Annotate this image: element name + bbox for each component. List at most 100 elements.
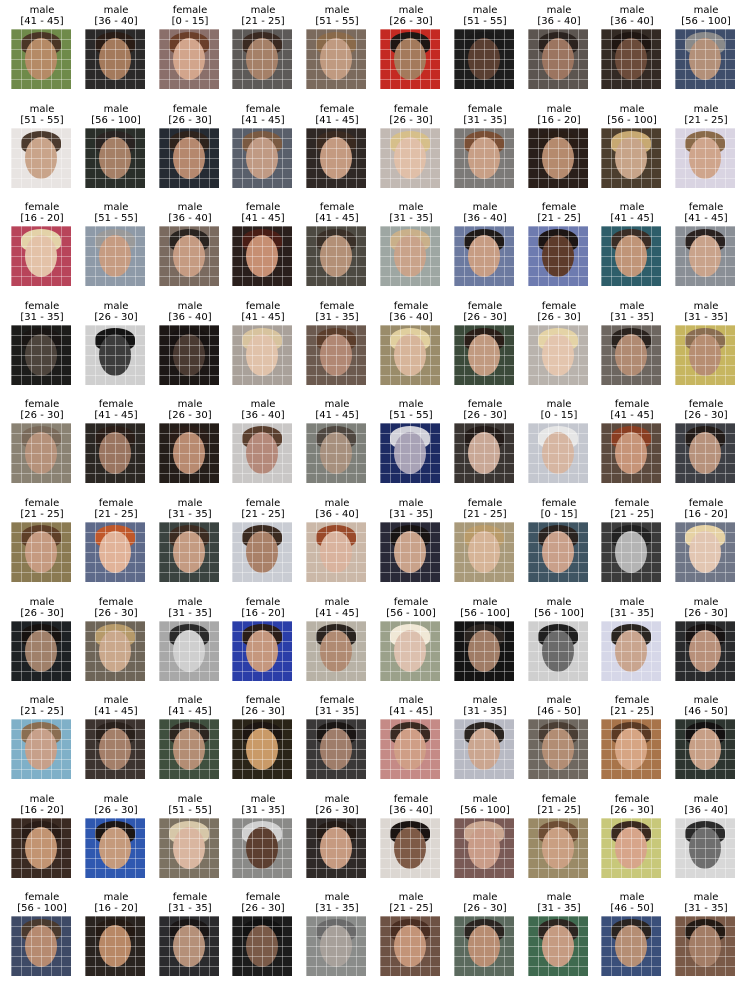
age-range-label: [16 - 20] <box>537 115 581 126</box>
face-thumbnail <box>11 128 71 188</box>
face-tile: male [21 - 25] <box>232 5 294 89</box>
face-tile: male [51 - 55] <box>454 5 516 89</box>
face-thumbnail <box>528 719 588 779</box>
gender-label: male <box>324 794 350 805</box>
face-tile: female [21 - 25] <box>528 202 590 286</box>
age-range-label: [41 - 45] <box>315 213 359 224</box>
age-range-label: [31 - 35] <box>168 608 212 619</box>
gender-label: male <box>398 202 424 213</box>
face-thumbnail <box>306 423 366 483</box>
age-range-label: [26 - 30] <box>537 312 581 323</box>
face-tile: male [36 - 40] <box>601 5 663 89</box>
age-range-label: [31 - 35] <box>684 903 728 914</box>
gender-label: male <box>324 5 350 16</box>
gender-label: male <box>29 597 55 608</box>
age-range-label: [21 - 25] <box>241 509 285 520</box>
age-range-label: [41 - 45] <box>94 410 138 421</box>
face-tile: male [36 - 40] <box>85 5 147 89</box>
gender-label: male <box>619 202 645 213</box>
face-thumbnail <box>454 29 514 89</box>
face-thumbnail <box>380 128 440 188</box>
gender-label: male <box>29 5 55 16</box>
face-thumbnail <box>232 128 292 188</box>
age-range-label: [51 - 55] <box>315 16 359 27</box>
face-thumbnail <box>85 522 145 582</box>
face-thumbnail <box>601 719 661 779</box>
gender-label: female <box>688 498 724 509</box>
face-grid: male [41 - 45] male [36 - 40] female [0 - 15]… <box>0 0 742 995</box>
gender-label: male <box>619 597 645 608</box>
face-thumbnail <box>85 423 145 483</box>
age-range-label: [31 - 35] <box>389 213 433 224</box>
face-tile: female [26 - 30] <box>232 892 294 976</box>
gender-label: male <box>250 5 276 16</box>
age-range-label: [41 - 45] <box>315 115 359 126</box>
age-range-label: [26 - 30] <box>241 903 285 914</box>
face-tile: female [26 - 30] <box>675 399 737 483</box>
face-thumbnail <box>306 522 366 582</box>
face-tile: female [41 - 45] <box>601 399 663 483</box>
face-tile: male [31 - 35] <box>232 794 294 878</box>
gender-label: female <box>24 202 60 213</box>
face-thumbnail <box>232 522 292 582</box>
gender-label: female <box>98 498 134 509</box>
age-range-label: [36 - 40] <box>315 509 359 520</box>
face-thumbnail <box>601 916 661 976</box>
gender-label: male <box>398 695 424 706</box>
age-range-label: [21 - 25] <box>610 509 654 520</box>
age-range-label: [16 - 20] <box>241 608 285 619</box>
age-range-label: [51 - 55] <box>168 805 212 816</box>
gender-label: female <box>467 301 503 312</box>
face-tile: male [36 - 40] <box>306 498 368 582</box>
gender-label: male <box>472 202 498 213</box>
gender-label: female <box>24 498 60 509</box>
age-range-label: [56 - 100] <box>460 608 510 619</box>
face-tile: male [21 - 25] <box>11 695 73 779</box>
face-thumbnail <box>159 522 219 582</box>
gender-label: male <box>619 104 645 115</box>
face-tile: male [26 - 30] <box>85 301 147 385</box>
face-tile: male [36 - 40] <box>454 202 516 286</box>
face-thumbnail <box>528 128 588 188</box>
age-range-label: [26 - 30] <box>20 410 64 421</box>
gender-label: female <box>467 399 503 410</box>
gender-label: male <box>177 202 203 213</box>
face-tile: male [0 - 15] <box>528 399 590 483</box>
face-tile: male [31 - 35] <box>380 498 442 582</box>
face-thumbnail <box>675 226 735 286</box>
gender-label: male <box>472 695 498 706</box>
face-thumbnail <box>675 29 735 89</box>
age-range-label: [51 - 55] <box>20 115 64 126</box>
gender-label: male <box>398 892 424 903</box>
gender-label: male <box>546 597 572 608</box>
face-tile: female [41 - 45] <box>306 104 368 188</box>
face-tile: female [16 - 20] <box>11 202 73 286</box>
face-tile: male [16 - 20] <box>528 104 590 188</box>
age-range-label: [41 - 45] <box>315 410 359 421</box>
age-range-label: [16 - 20] <box>684 509 728 520</box>
face-tile: male [51 - 55] <box>380 399 442 483</box>
face-tile: male [16 - 20] <box>11 794 73 878</box>
face-thumbnail <box>159 621 219 681</box>
face-tile: male [26 - 30] <box>454 892 516 976</box>
age-range-label: [31 - 35] <box>389 509 433 520</box>
age-range-label: [46 - 50] <box>610 903 654 914</box>
face-tile: male [46 - 50] <box>601 892 663 976</box>
gender-label: male <box>472 794 498 805</box>
face-thumbnail <box>11 522 71 582</box>
face-thumbnail <box>306 916 366 976</box>
face-thumbnail <box>380 818 440 878</box>
gender-label: male <box>546 5 572 16</box>
age-range-label: [31 - 35] <box>537 903 581 914</box>
face-thumbnail <box>675 818 735 878</box>
face-thumbnail <box>232 423 292 483</box>
face-tile: male [51 - 55] <box>11 104 73 188</box>
face-tile: female [36 - 40] <box>380 794 442 878</box>
face-tile: male [36 - 40] <box>159 301 221 385</box>
gender-label: male <box>693 695 719 706</box>
face-tile: female [21 - 25] <box>454 498 516 582</box>
face-thumbnail <box>232 226 292 286</box>
age-range-label: [41 - 45] <box>94 706 138 717</box>
gender-label: female <box>24 892 60 903</box>
gender-label: male <box>693 301 719 312</box>
